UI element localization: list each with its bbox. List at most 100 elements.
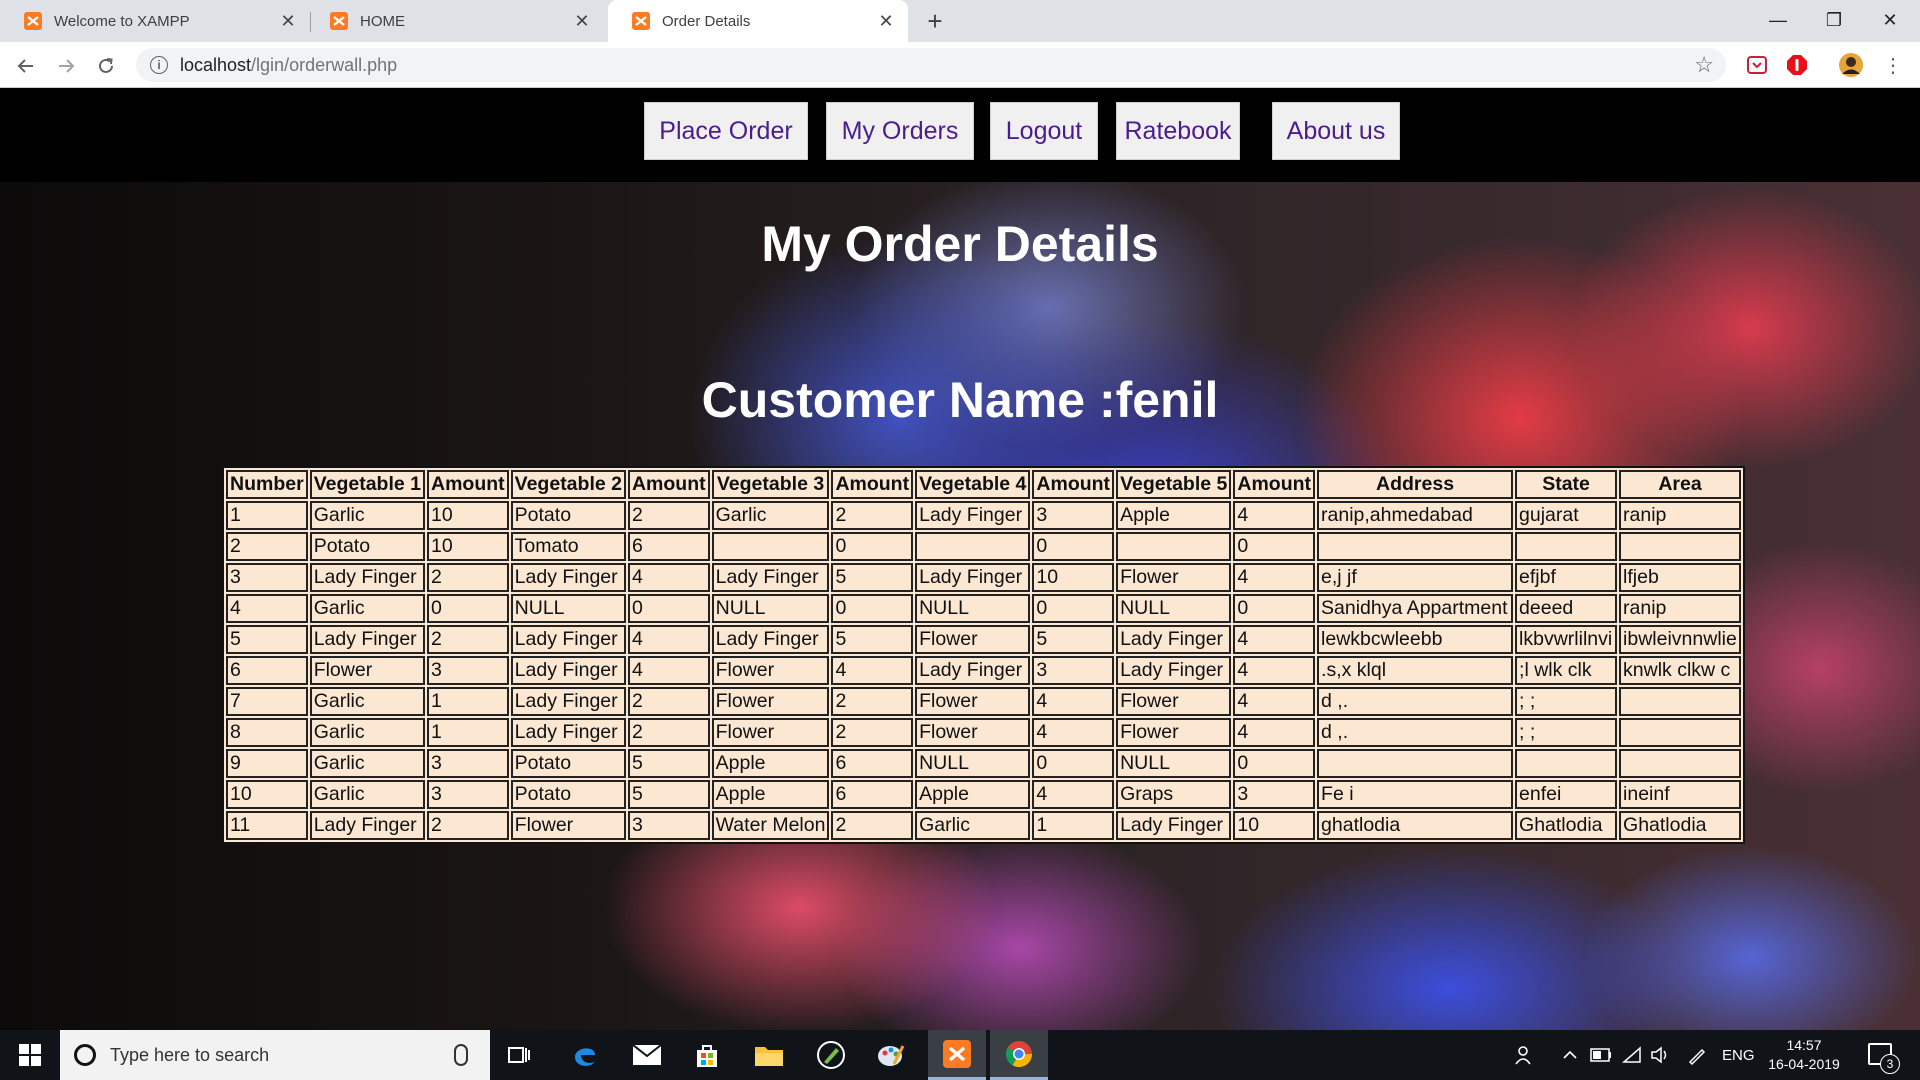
volume-icon[interactable]	[1650, 1030, 1672, 1080]
cell-vegetable-4: Flower	[915, 625, 1031, 654]
store-icon[interactable]	[678, 1030, 736, 1080]
cell-amount-4: 4	[1032, 687, 1115, 716]
table-row: 1 Garlic 10 Potato 2 Garlic 2 Lady Finger 3 Apple…	[226, 501, 1742, 530]
cell-vegetable-5: Lady Finger	[1116, 811, 1232, 840]
customer-name-heading: Customer Name :fenil	[701, 372, 1219, 428]
nav-ratebook[interactable]: Ratebook	[1116, 102, 1240, 160]
cell-vegetable-4: Flower	[915, 718, 1031, 747]
cell-state: ;l wlk clk	[1515, 656, 1618, 685]
table-header-row: Number Vegetable 1 Amount Vegetable 2 Am…	[226, 470, 1742, 499]
xampp-taskbar-icon[interactable]	[928, 1030, 986, 1080]
battery-icon[interactable]	[1590, 1030, 1612, 1080]
cell-number: 11	[226, 811, 308, 840]
mail-icon[interactable]	[618, 1030, 676, 1080]
cell-vegetable-1: Garlic	[309, 718, 425, 747]
close-window-button[interactable]: ✕	[1862, 0, 1918, 40]
cell-vegetable-5: Flower	[1116, 563, 1232, 592]
cell-vegetable-5: Lady Finger	[1116, 625, 1232, 654]
cell-vegetable-2: Tomato	[510, 532, 626, 561]
people-icon[interactable]	[1514, 1030, 1536, 1080]
cell-vegetable-2: Lady Finger	[510, 687, 626, 716]
cell-area: ibwleivnnwlie	[1619, 625, 1742, 654]
cell-amount-3: 2	[831, 718, 914, 747]
nav-logout[interactable]: Logout	[990, 102, 1098, 160]
tab-welcome-xampp[interactable]: Welcome to XAMPP ✕	[0, 0, 310, 42]
cell-area	[1619, 718, 1742, 747]
table-row: 10 Garlic 3 Potato 5 Apple 6 Apple 4 Graps 3 Fe i en…	[226, 780, 1742, 809]
new-tab-button[interactable]: +	[920, 6, 950, 36]
paint-app-icon[interactable]	[862, 1030, 920, 1080]
show-hidden-icons-chevron-icon[interactable]	[1562, 1030, 1578, 1080]
forward-arrow-icon	[59, 59, 75, 73]
header-amount-5: Amount	[1233, 470, 1316, 499]
nav-about-us[interactable]: About us	[1272, 102, 1400, 160]
taskbar-search-box[interactable]: Type here to search	[60, 1030, 490, 1080]
cell-vegetable-2: Potato	[510, 749, 626, 778]
cell-amount-4: 0	[1032, 594, 1115, 623]
cell-state: ; ;	[1515, 687, 1618, 716]
table-row: 5 Lady Finger 2 Lady Finger 4 Lady Finger 5 Flo…	[226, 625, 1742, 654]
reload-button[interactable]	[90, 50, 122, 82]
close-tab-icon[interactable]: ✕	[570, 9, 594, 33]
cell-vegetable-5: NULL	[1116, 749, 1232, 778]
header-vegetable-1: Vegetable 1	[309, 470, 425, 499]
tab-order-details[interactable]: Order Details ✕	[608, 0, 908, 42]
pen-tool-icon[interactable]	[802, 1030, 860, 1080]
address-bar[interactable]: i localhost/lgin/orderwall.php ☆	[136, 48, 1726, 82]
menu-kebab-icon[interactable]: ⋮	[1880, 52, 1906, 78]
cell-amount-2: 6	[627, 532, 710, 561]
wifi-icon[interactable]	[1622, 1030, 1644, 1080]
windows-logo-icon	[19, 1044, 41, 1066]
table-row: 8 Garlic 1 Lady Finger 2 Flower 2 Flower 4 Flower…	[226, 718, 1742, 747]
edge-browser-icon[interactable]	[556, 1030, 614, 1080]
cell-amount-5: 10	[1233, 811, 1316, 840]
adblock-extension-icon[interactable]	[1784, 52, 1810, 78]
forward-button[interactable]	[50, 50, 82, 82]
cell-vegetable-1: Flower	[309, 656, 425, 685]
back-button[interactable]	[10, 50, 42, 82]
info-icon[interactable]: i	[150, 56, 168, 74]
cell-area: ineinf	[1619, 780, 1742, 809]
nav-place-order[interactable]: Place Order	[644, 102, 808, 160]
start-button[interactable]	[0, 1030, 60, 1080]
cell-address	[1317, 749, 1514, 778]
page-viewport: Place Order My Orders Logout Ratebook Ab…	[0, 88, 1920, 1030]
file-explorer-icon[interactable]	[740, 1030, 798, 1080]
cell-vegetable-3: Lady Finger	[711, 625, 830, 654]
cell-area	[1619, 532, 1742, 561]
cell-vegetable-1: Lady Finger	[309, 625, 425, 654]
cell-vegetable-2: Lady Finger	[510, 718, 626, 747]
restore-button[interactable]: ❐	[1806, 0, 1862, 40]
chrome-taskbar-icon[interactable]	[990, 1030, 1048, 1080]
xampp-icon	[632, 12, 650, 30]
close-tab-icon[interactable]: ✕	[276, 9, 300, 33]
language-indicator[interactable]: ENG	[1722, 1030, 1755, 1080]
close-tab-icon[interactable]: ✕	[874, 9, 898, 33]
tab-home[interactable]: HOME ✕	[306, 0, 604, 42]
cell-amount-4: 5	[1032, 625, 1115, 654]
cell-vegetable-1: Garlic	[309, 594, 425, 623]
cell-amount-3: 0	[831, 594, 914, 623]
profile-avatar-icon[interactable]	[1838, 52, 1864, 78]
url-host: localhost	[180, 54, 252, 75]
microphone-icon[interactable]	[454, 1044, 468, 1066]
task-view-icon[interactable]	[490, 1030, 548, 1080]
search-placeholder: Type here to search	[110, 1044, 270, 1065]
cell-vegetable-5	[1116, 532, 1232, 561]
cell-vegetable-1: Garlic	[309, 687, 425, 716]
cell-amount-1: 3	[427, 656, 509, 685]
minimize-button[interactable]: —	[1750, 0, 1806, 40]
nav-my-orders[interactable]: My Orders	[826, 102, 974, 160]
cell-vegetable-3: Apple	[711, 749, 830, 778]
cell-amount-5: 0	[1233, 594, 1316, 623]
xampp-icon	[330, 12, 348, 30]
taskbar-clock[interactable]: 14:57 16-04-2019	[1762, 1036, 1846, 1074]
header-amount-2: Amount	[627, 470, 710, 499]
pocket-extension-icon[interactable]	[1744, 52, 1770, 78]
cell-vegetable-5: Flower	[1116, 687, 1232, 716]
bookmark-star-icon[interactable]: ☆	[1694, 52, 1714, 78]
cell-address: e,j jf	[1317, 563, 1514, 592]
pen-workspace-icon[interactable]	[1686, 1030, 1708, 1080]
cell-vegetable-4: Garlic	[915, 811, 1031, 840]
cell-amount-5: 4	[1233, 501, 1316, 530]
